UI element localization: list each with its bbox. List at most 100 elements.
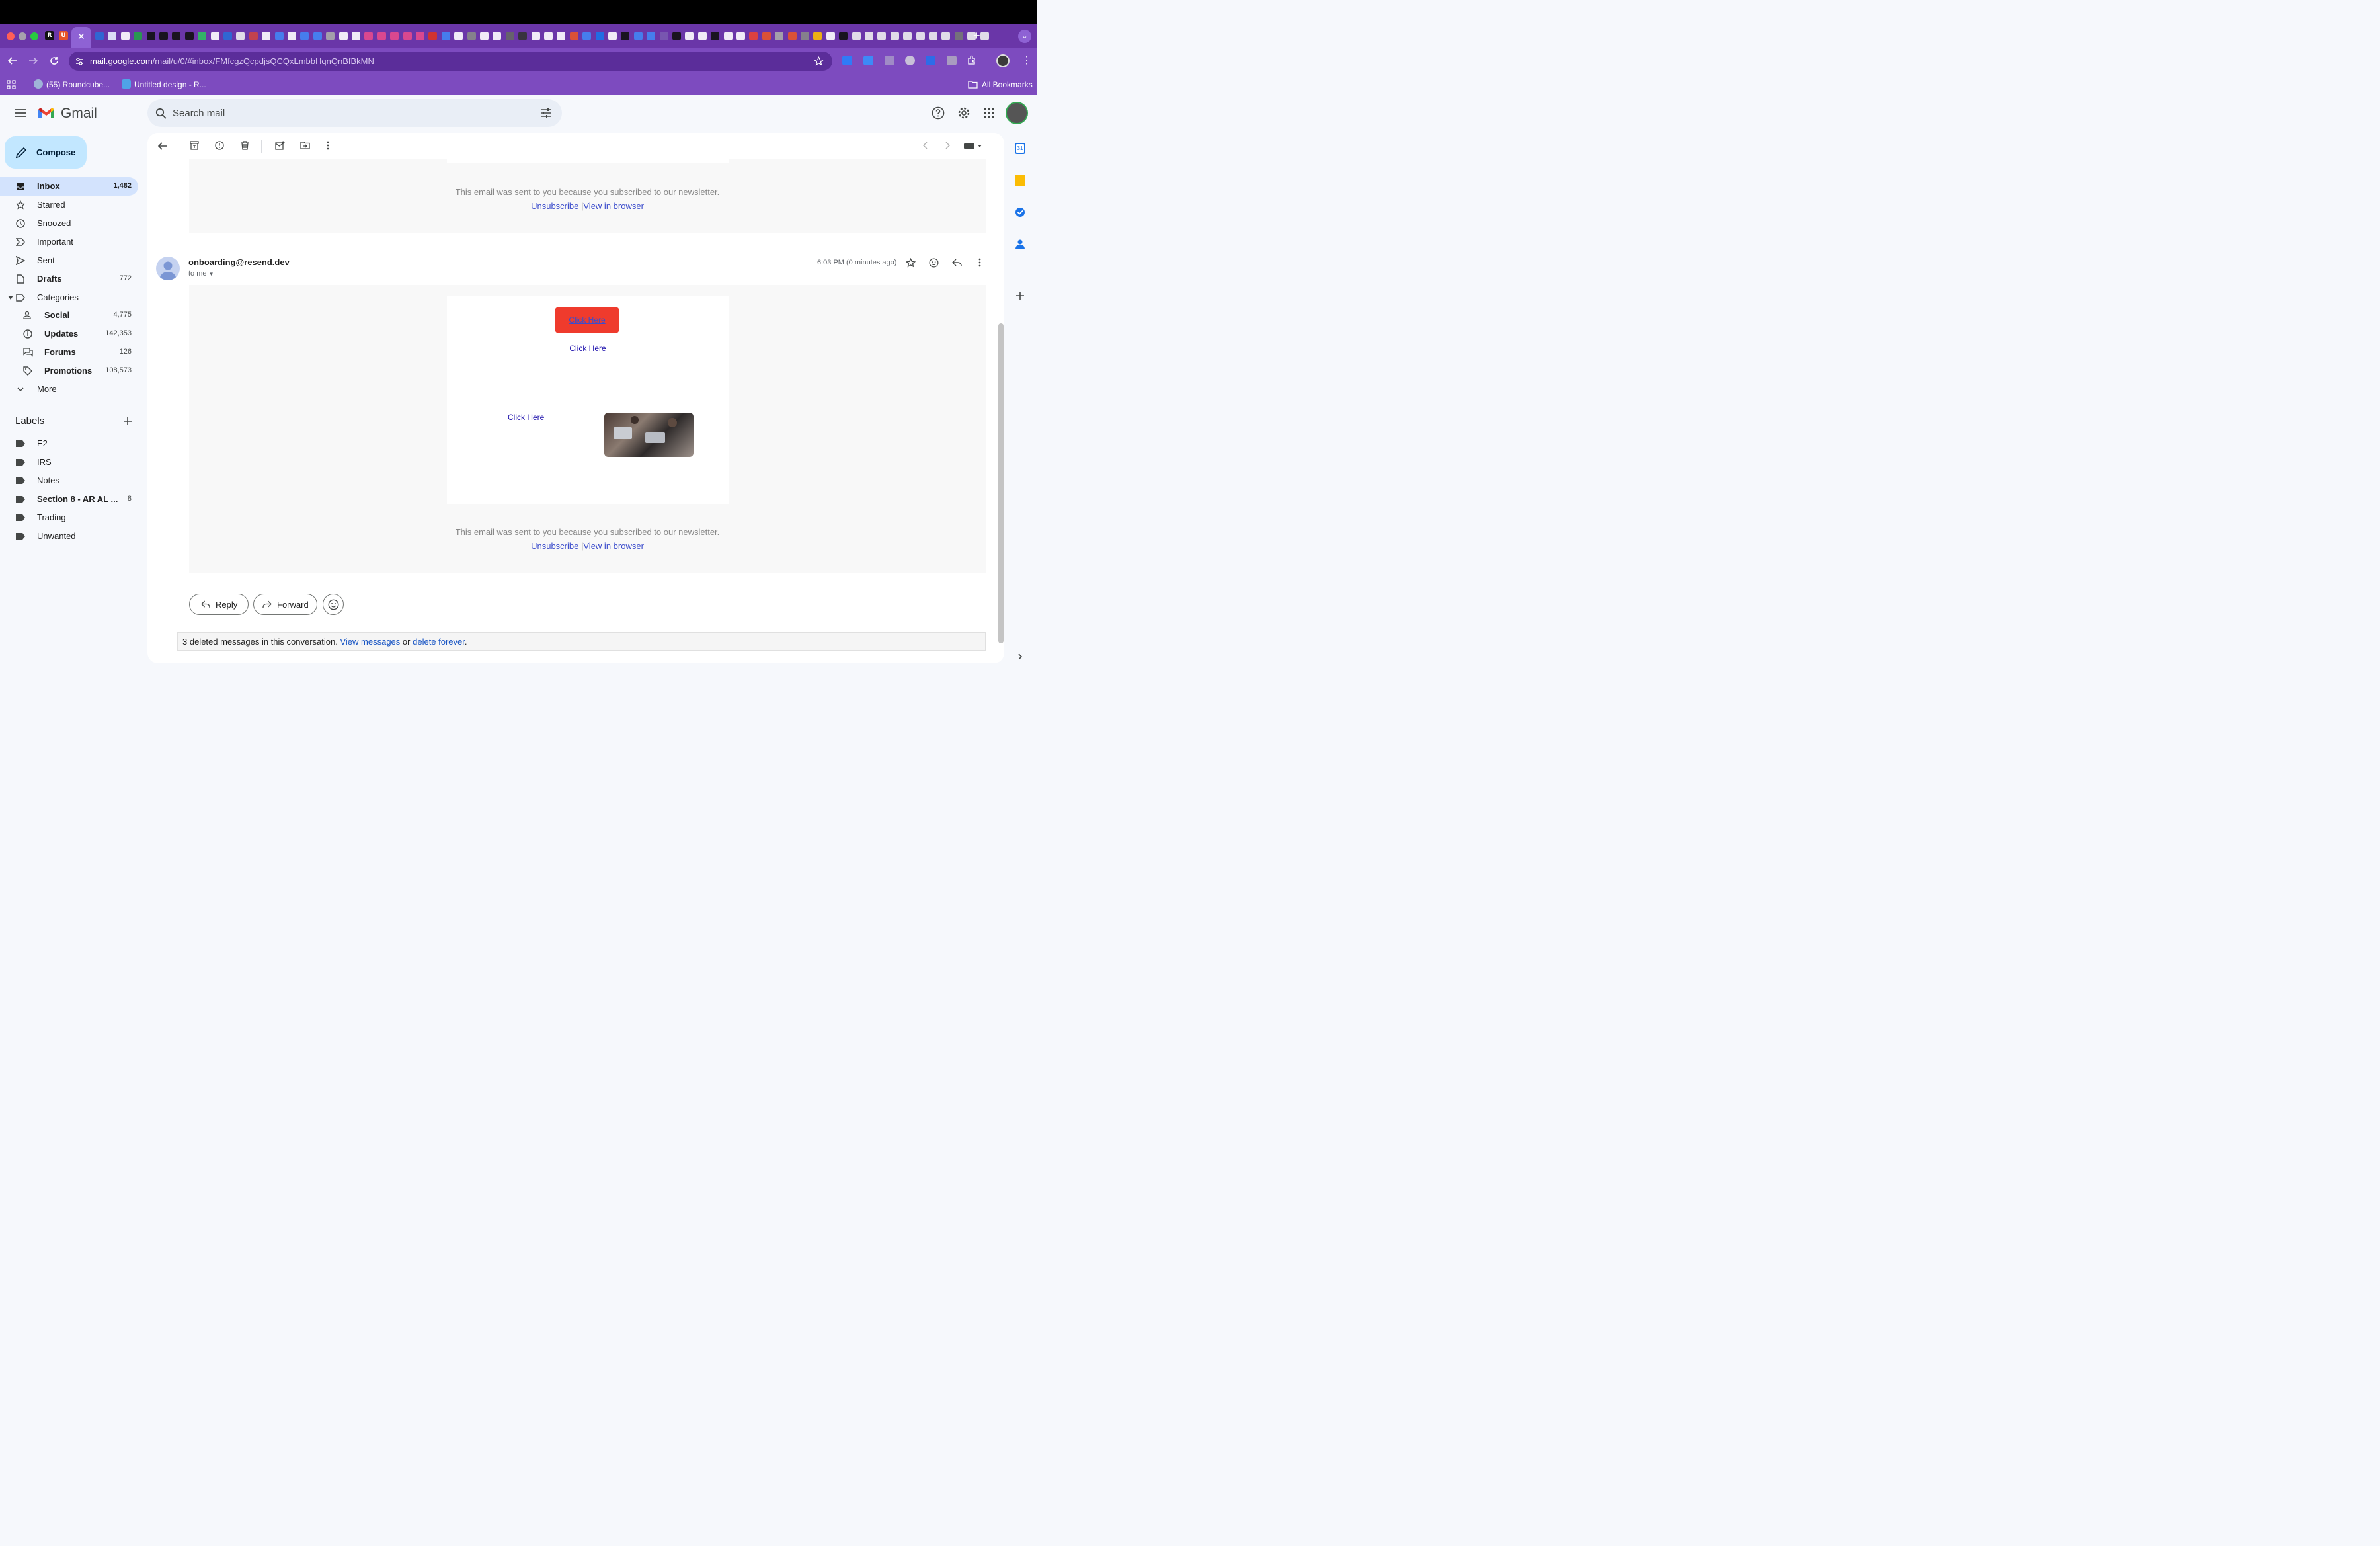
nav-item-promotions[interactable]: Promotions 108,573 — [0, 362, 138, 380]
nav-item-drafts[interactable]: Drafts 772 — [0, 270, 138, 288]
window-minimize-button[interactable] — [19, 32, 26, 40]
tasks-icon[interactable] — [1015, 207, 1025, 218]
emoji-reaction-button[interactable] — [323, 594, 344, 615]
search-bar[interactable]: Search mail — [147, 99, 562, 127]
search-options-icon[interactable] — [540, 107, 552, 119]
nav-item-social[interactable]: Social 4,775 — [0, 306, 138, 325]
new-tab-icon[interactable]: + — [973, 29, 980, 43]
bookmark-star-icon[interactable] — [814, 56, 824, 66]
tab-favicon-icon[interactable] — [364, 32, 374, 40]
label-item[interactable]: IRS — [0, 453, 138, 471]
apps-grid-icon[interactable] — [7, 80, 16, 89]
add-label-icon[interactable] — [123, 417, 132, 426]
move-to-icon[interactable] — [300, 141, 310, 150]
label-item[interactable]: Unwanted — [0, 527, 138, 546]
tab-favicon-icon[interactable] — [493, 32, 502, 40]
tab-favicon-icon[interactable] — [647, 32, 656, 40]
tab-favicon-icon[interactable] — [505, 32, 514, 40]
tab-favicon-icon[interactable] — [852, 32, 861, 40]
tab-favicon-icon[interactable] — [980, 32, 989, 40]
label-item[interactable]: E2 — [0, 434, 138, 453]
extension-icon[interactable] — [842, 56, 852, 65]
tab-favicon-icon[interactable]: R — [45, 31, 54, 40]
tab-favicon-icon[interactable] — [723, 32, 733, 40]
tab-favicon-icon[interactable] — [441, 32, 450, 40]
unsubscribe-link[interactable]: Unsubscribe — [531, 541, 578, 551]
tab-favicon-icon[interactable] — [954, 32, 963, 40]
tab-favicon-icon[interactable] — [749, 32, 758, 40]
tab-favicon-icon[interactable] — [697, 32, 707, 40]
label-item[interactable]: Section 8 - AR AL ... 8 — [0, 490, 138, 509]
tab-favicon-icon[interactable] — [775, 32, 784, 40]
email-link[interactable]: Click Here — [508, 413, 544, 422]
extension-icon[interactable] — [885, 56, 894, 65]
tab-favicon-icon[interactable] — [826, 32, 835, 40]
forward-button[interactable]: Forward — [253, 594, 317, 615]
bookmark-roundcube[interactable]: (55) Roundcube... — [46, 80, 110, 89]
tab-favicon-icon[interactable] — [223, 32, 232, 40]
tab-favicon-icon[interactable] — [813, 32, 822, 40]
scrollbar-thumb[interactable] — [998, 323, 1004, 643]
search-input[interactable]: Search mail — [173, 108, 225, 119]
tab-favicon-icon[interactable] — [762, 32, 771, 40]
tab-favicon-icon[interactable] — [403, 32, 412, 40]
tab-favicon-icon[interactable] — [621, 32, 630, 40]
compose-button[interactable]: Compose — [5, 136, 87, 169]
tab-favicon-icon[interactable] — [557, 32, 566, 40]
more-options-icon[interactable] — [326, 141, 330, 150]
tab-favicon-icon[interactable] — [313, 32, 322, 40]
tab-favicon-icon[interactable] — [929, 32, 937, 40]
tab-favicon-icon[interactable] — [159, 32, 168, 40]
nav-item-snoozed[interactable]: Snoozed — [0, 214, 138, 233]
input-tools-icon[interactable] — [963, 142, 983, 150]
address-bar[interactable]: mail.google.com/mail/u/0/#inbox/FMfcgzQc… — [69, 52, 832, 71]
reply-icon[interactable] — [952, 259, 962, 267]
tab-favicon-icon[interactable] — [467, 32, 476, 40]
tab-favicon-icon[interactable] — [582, 32, 592, 40]
account-avatar[interactable] — [1006, 102, 1028, 124]
newer-chevron-icon[interactable] — [922, 141, 928, 150]
tab-favicon-icon[interactable] — [108, 32, 117, 40]
gmail-logo-icon[interactable] — [37, 106, 56, 120]
tab-search-icon[interactable]: ⌄ — [1018, 30, 1031, 43]
tab-favicon-icon[interactable] — [198, 32, 207, 40]
tab-favicon-icon[interactable] — [249, 32, 258, 40]
nav-item-updates[interactable]: Updates 142,353 — [0, 325, 138, 343]
caret-down-icon[interactable] — [8, 296, 13, 300]
main-menu-icon[interactable] — [15, 107, 26, 119]
archive-icon[interactable] — [190, 141, 199, 150]
tab-favicon-icon[interactable] — [184, 32, 194, 40]
label-item[interactable]: Trading — [0, 509, 138, 527]
tab-favicon-icon[interactable] — [95, 32, 104, 40]
nav-item-more[interactable]: More — [0, 380, 138, 399]
tab-favicon-icon[interactable] — [787, 32, 797, 40]
profile-avatar[interactable] — [996, 54, 1010, 67]
delete-icon[interactable] — [241, 141, 249, 150]
google-apps-icon[interactable] — [984, 108, 994, 118]
view-in-browser-link[interactable]: View in browser — [583, 201, 644, 211]
tab-favicon-icon[interactable] — [288, 32, 296, 40]
tab-favicon-icon[interactable] — [839, 32, 848, 40]
emoji-reaction-icon[interactable] — [929, 258, 939, 268]
nav-item-inbox[interactable]: Inbox 1,482 — [0, 177, 138, 196]
view-in-browser-link[interactable]: View in browser — [583, 541, 644, 551]
expand-panel-icon[interactable] — [1017, 653, 1023, 661]
extension-icon[interactable] — [926, 56, 935, 65]
reload-icon[interactable] — [50, 56, 59, 65]
tab-favicon-icon[interactable] — [236, 32, 245, 40]
extension-icon[interactable] — [947, 56, 957, 65]
email-cta-button[interactable]: Click Here — [555, 307, 619, 333]
nav-item-starred[interactable]: Starred — [0, 196, 138, 214]
tab-favicon-icon[interactable] — [711, 32, 720, 40]
delete-forever-link[interactable]: delete forever — [413, 637, 465, 647]
unsubscribe-link[interactable]: Unsubscribe — [531, 201, 578, 211]
older-chevron-icon[interactable] — [945, 141, 951, 150]
view-messages-link[interactable]: View messages — [340, 637, 400, 647]
tab-favicon-icon[interactable] — [416, 32, 424, 40]
caret-down-icon[interactable]: ▼ — [209, 271, 214, 277]
tab-favicon-icon[interactable] — [608, 32, 617, 40]
close-tab-icon[interactable]: ✕ — [77, 31, 85, 42]
window-zoom-button[interactable] — [30, 32, 38, 40]
tab-favicon-icon[interactable] — [801, 32, 809, 40]
help-icon[interactable] — [932, 106, 945, 120]
